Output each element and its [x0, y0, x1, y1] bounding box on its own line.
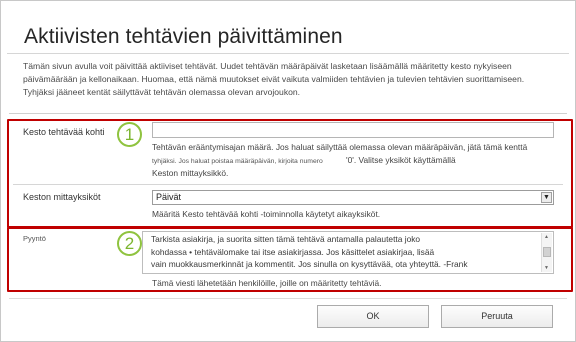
- unit-selected-value: Päivät: [156, 192, 182, 202]
- section-divider: [9, 113, 567, 114]
- field-divider: [13, 184, 563, 185]
- intro-text: Tämän sivun avulla voit päivittää aktiiv…: [23, 60, 563, 99]
- duration-help-line-3: Keston mittayksikkö.: [152, 168, 229, 178]
- intro-line-3: Tyhjäksi jääneet kentät säilyttävät teht…: [23, 87, 301, 97]
- unit-help: Määritä Kesto tehtävää kohti -toiminnoll…: [152, 209, 381, 219]
- intro-line-2: päivämäärään ja kellonaikaan. Huomaa, et…: [23, 74, 525, 84]
- request-textarea[interactable]: Tarkista asiakirja, ja suorita sitten tä…: [142, 231, 554, 274]
- chevron-down-icon[interactable]: ▼: [541, 192, 552, 203]
- callout-badge-1: 1: [117, 122, 142, 147]
- scroll-up-icon[interactable]: ▲: [544, 234, 549, 240]
- duration-label: Kesto tehtävää kohti: [23, 127, 105, 137]
- request-help: Tämä viesti lähetetään henkilöille, joil…: [152, 278, 382, 288]
- duration-help-line-1: Tehtävän erääntymisajan määrä. Jos halua…: [152, 142, 528, 152]
- scrollbar-thumb[interactable]: [543, 247, 551, 257]
- intro-line-1: Tämän sivun avulla voit päivittää aktiiv…: [23, 61, 512, 71]
- request-scrollbar[interactable]: ▲ ▼: [541, 233, 552, 272]
- update-active-tasks-dialog: Aktiivisten tehtävien päivittäminen Tämä…: [0, 0, 576, 342]
- title-divider: [7, 53, 569, 54]
- duration-help-rest: '0'. Valitse yksiköt käyttämällä: [346, 155, 456, 165]
- cancel-button[interactable]: Peruuta: [441, 305, 553, 328]
- duration-help-small: tyhjäksi. Jos haluat poistaa määräpäivän…: [152, 158, 323, 165]
- footer-divider: [9, 298, 567, 299]
- scroll-down-icon[interactable]: ▼: [544, 265, 549, 271]
- unit-select[interactable]: Päivät ▼: [152, 190, 554, 205]
- ok-button[interactable]: OK: [317, 305, 429, 328]
- request-label: Pyyntö: [23, 234, 46, 243]
- duration-input[interactable]: [152, 122, 554, 138]
- dialog-title: Aktiivisten tehtävien päivittäminen: [24, 25, 343, 48]
- duration-help-line-2: tyhjäksi. Jos haluat poistaa määräpäivän…: [152, 154, 456, 168]
- unit-label: Keston mittayksiköt: [23, 192, 101, 202]
- callout-badge-2: 2: [117, 231, 142, 256]
- request-text: Tarkista asiakirja, ja suorita sitten tä…: [151, 234, 468, 269]
